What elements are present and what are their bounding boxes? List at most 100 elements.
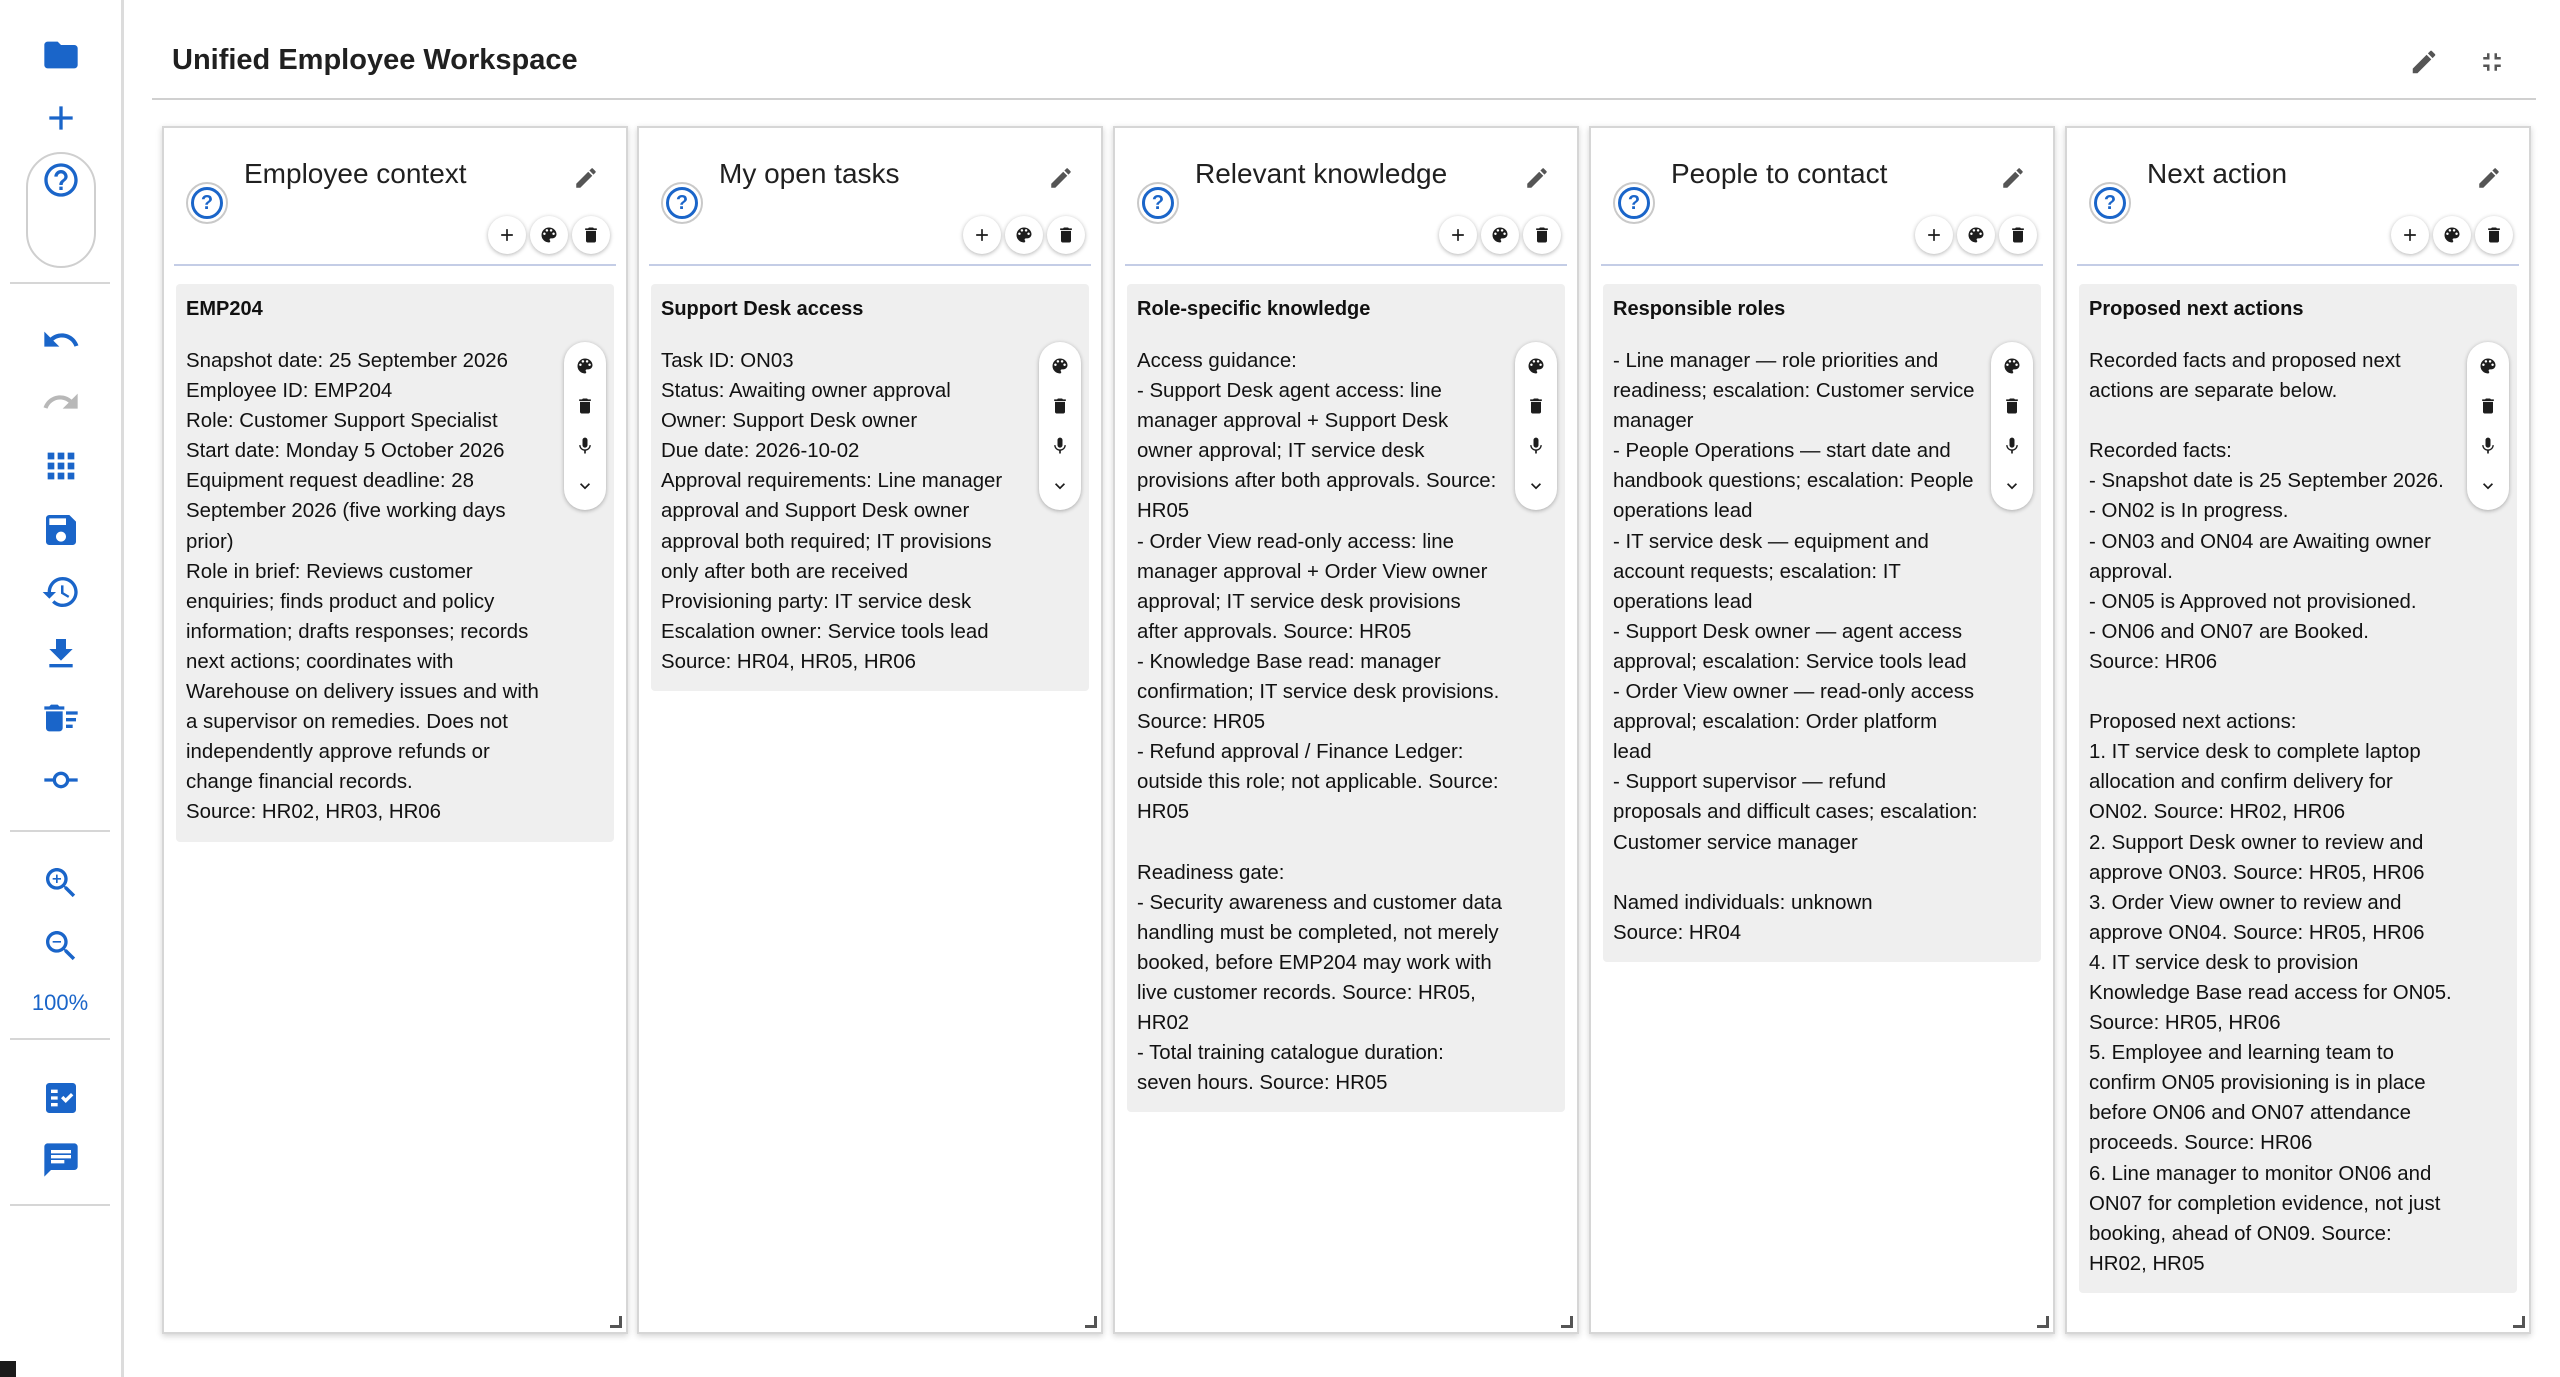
delete-icon[interactable] <box>572 216 610 254</box>
help-glyph: ? <box>2094 187 2126 219</box>
card-toolbar <box>2467 342 2509 510</box>
chevron-down-icon[interactable] <box>1519 466 1553 506</box>
workspace-title: Unified Employee Workspace <box>172 44 578 76</box>
palette-icon[interactable] <box>2471 346 2505 386</box>
chevron-down-icon[interactable] <box>1043 466 1077 506</box>
help-icon[interactable]: ? <box>2089 182 2131 224</box>
delete-icon[interactable] <box>1995 386 2029 426</box>
zoom-in-icon[interactable] <box>28 855 94 911</box>
card-title: Proposed next actions <box>2089 298 2304 320</box>
left-toolbar: 100% <box>0 0 124 1377</box>
zoom-out-icon[interactable] <box>28 918 94 974</box>
microphone-icon[interactable] <box>1043 426 1077 466</box>
card-body: Task ID: ON03 Status: Awaiting owner app… <box>661 350 1003 673</box>
pencil-icon[interactable] <box>1995 160 2031 196</box>
resize-handle[interactable] <box>2037 1316 2049 1328</box>
commit-icon[interactable] <box>28 752 94 808</box>
plus-icon[interactable] <box>28 90 94 146</box>
grid-icon[interactable] <box>28 438 94 494</box>
microphone-icon[interactable] <box>1519 426 1553 466</box>
card-body: Snapshot date: 25 September 2026 Employe… <box>186 350 539 824</box>
delete-list-icon[interactable] <box>28 690 94 746</box>
help-icon[interactable]: ? <box>186 182 228 224</box>
card-title: Support Desk access <box>661 298 864 320</box>
add-icon[interactable] <box>963 216 1001 254</box>
download-icon[interactable] <box>28 626 94 682</box>
pencil-icon[interactable] <box>1519 160 1555 196</box>
pencil-icon[interactable] <box>2402 40 2446 84</box>
add-icon[interactable] <box>488 216 526 254</box>
checklist-icon[interactable] <box>28 1070 94 1126</box>
help-glyph: ? <box>1618 187 1650 219</box>
toolbar-divider <box>10 1204 110 1206</box>
resize-handle[interactable] <box>1085 1316 1097 1328</box>
palette-icon[interactable] <box>530 216 568 254</box>
delete-icon[interactable] <box>2471 386 2505 426</box>
chevron-down-icon[interactable] <box>568 466 602 506</box>
card-toolbar <box>1991 342 2033 510</box>
panel-toolbar <box>1915 216 2037 254</box>
resize-handle[interactable] <box>2513 1316 2525 1328</box>
help-icon[interactable]: ? <box>661 182 703 224</box>
palette-icon[interactable] <box>568 346 602 386</box>
note-card[interactable]: Support Desk access Task ID: ON03 Status… <box>651 284 1089 692</box>
palette-icon[interactable] <box>1957 216 1995 254</box>
pencil-icon[interactable] <box>1043 160 1079 196</box>
help-glyph: ? <box>1142 187 1174 219</box>
microphone-icon[interactable] <box>568 426 602 466</box>
redo-icon[interactable] <box>28 374 94 430</box>
note-card[interactable]: Role-specific knowledge Access guidance:… <box>1127 284 1565 1113</box>
panel-1: ? Employee context EMP204 Snapshot date:… <box>162 126 628 1334</box>
undo-icon[interactable] <box>28 312 94 368</box>
collapse-icon[interactable] <box>2470 40 2514 84</box>
panel-title: Relevant knowledge <box>1195 158 1448 189</box>
chevron-down-icon[interactable] <box>2471 466 2505 506</box>
panel-divider <box>1601 264 2043 266</box>
panel-title: Next action <box>2147 158 2288 189</box>
note-card[interactable]: EMP204 Snapshot date: 25 September 2026 … <box>176 284 614 842</box>
delete-icon[interactable] <box>568 386 602 426</box>
panel-4: ? People to contact Responsible roles - … <box>1589 126 2055 1334</box>
panel-toolbar <box>963 216 1085 254</box>
palette-icon[interactable] <box>2433 216 2471 254</box>
card-title: EMP204 <box>186 298 263 320</box>
card-toolbar <box>1515 342 1557 510</box>
save-icon[interactable] <box>28 502 94 558</box>
chat-icon[interactable] <box>28 1132 94 1188</box>
card-body: - Line manager — role priorities and rea… <box>1613 350 1978 944</box>
card-toolbar <box>564 342 606 510</box>
help-icon[interactable]: ? <box>1137 182 1179 224</box>
delete-icon[interactable] <box>1519 386 1553 426</box>
palette-icon[interactable] <box>1519 346 1553 386</box>
help-icon[interactable] <box>28 152 94 208</box>
panel-divider <box>1125 264 1567 266</box>
chevron-down-icon[interactable] <box>1995 466 2029 506</box>
microphone-icon[interactable] <box>1995 426 2029 466</box>
resize-handle[interactable] <box>610 1316 622 1328</box>
add-icon[interactable] <box>1439 216 1477 254</box>
delete-icon[interactable] <box>1047 216 1085 254</box>
delete-icon[interactable] <box>2475 216 2513 254</box>
panel-title: Employee context <box>244 158 467 189</box>
note-card[interactable]: Proposed next actions Recorded facts and… <box>2079 284 2517 1293</box>
palette-icon[interactable] <box>1005 216 1043 254</box>
pencil-icon[interactable] <box>568 160 604 196</box>
help-icon[interactable]: ? <box>1613 182 1655 224</box>
delete-icon[interactable] <box>1999 216 2037 254</box>
pencil-icon[interactable] <box>2471 160 2507 196</box>
palette-icon[interactable] <box>1043 346 1077 386</box>
palette-icon[interactable] <box>1481 216 1519 254</box>
folder-icon[interactable] <box>28 27 94 83</box>
header-divider <box>152 98 2536 100</box>
delete-icon[interactable] <box>1523 216 1561 254</box>
delete-icon[interactable] <box>1043 386 1077 426</box>
help-glyph: ? <box>666 187 698 219</box>
note-card[interactable]: Responsible roles - Line manager — role … <box>1603 284 2041 962</box>
card-body: Access guidance: - Support Desk agent ac… <box>1137 350 1502 1095</box>
add-icon[interactable] <box>1915 216 1953 254</box>
history-icon[interactable] <box>28 564 94 620</box>
add-icon[interactable] <box>2391 216 2429 254</box>
microphone-icon[interactable] <box>2471 426 2505 466</box>
palette-icon[interactable] <box>1995 346 2029 386</box>
resize-handle[interactable] <box>1561 1316 1573 1328</box>
